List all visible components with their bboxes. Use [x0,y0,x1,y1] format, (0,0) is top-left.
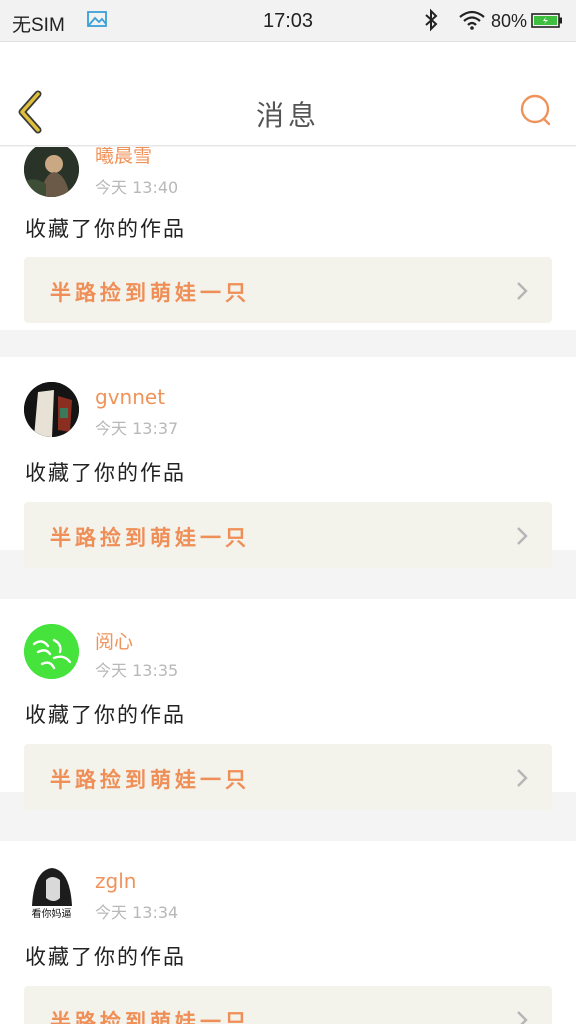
work-link[interactable]: 半路捡到萌娃一只 [24,986,552,1024]
work-title: 半路捡到萌娃一只 [50,525,250,550]
avatar-caption: 看你妈逼 [31,909,72,920]
message-item: 曦晨雪 今天 13:40 收藏了你的作品 半路捡到萌娃一只 [0,147,576,330]
message-item: 阅心 今天 13:35 收藏了你的作品 半路捡到萌娃一只 [0,599,576,810]
work-link[interactable]: 半路捡到萌娃一只 [24,257,552,323]
avatar[interactable] [24,624,79,679]
avatar-calligraphy-icon [24,624,79,679]
work-title: 半路捡到萌娃一只 [50,767,250,792]
username[interactable]: gvnnet [95,385,165,409]
work-title: 半路捡到萌娃一只 [50,280,250,305]
wifi-icon [459,10,485,30]
bluetooth-icon [425,8,438,32]
timestamp: 今天 13:40 [95,178,179,197]
username[interactable]: 曦晨雪 [95,147,152,168]
avatar[interactable] [24,382,79,437]
chevron-right-icon [517,527,528,545]
chevron-right-icon [517,769,528,787]
username[interactable]: 阅心 [95,627,133,654]
timestamp: 今天 13:35 [95,661,179,680]
action-text: 收藏了你的作品 [25,703,186,727]
avatar[interactable] [24,147,79,197]
action-text: 收藏了你的作品 [25,945,186,969]
work-link[interactable]: 半路捡到萌娃一只 [24,502,552,568]
avatar-portrait-icon [24,866,79,906]
username[interactable]: zgln [95,869,136,893]
status-bar: 无SIM 17:03 80% [0,0,576,42]
action-text: 收藏了你的作品 [25,217,186,241]
message-list[interactable]: 曦晨雪 今天 13:40 收藏了你的作品 半路捡到萌娃一只 gvnnet 今天 … [0,147,576,1024]
message-item: gvnnet 今天 13:37 收藏了你的作品 半路捡到萌娃一只 [0,357,576,568]
search-icon[interactable] [518,92,554,128]
avatar-portrait-icon [24,382,79,437]
page-title: 消息 [255,99,320,132]
work-link[interactable]: 半路捡到萌娃一只 [24,744,552,810]
message-item: 看你妈逼 zgln 今天 13:34 收藏了你的作品 半路捡到萌娃一只 [0,841,576,1024]
clock: 17:03 [262,10,314,32]
work-title: 半路捡到萌娃一只 [50,1009,250,1024]
battery-percent: 80% [491,11,528,31]
battery-icon [531,13,562,28]
timestamp: 今天 13:37 [95,419,179,438]
nav-bar: 消息 [0,42,576,146]
avatar-portrait-icon [24,147,79,197]
avatar[interactable]: 看你妈逼 [24,866,79,921]
chevron-right-icon [517,1011,528,1024]
chevron-right-icon [517,282,528,300]
timestamp: 今天 13:34 [95,903,179,922]
action-text: 收藏了你的作品 [25,461,186,485]
